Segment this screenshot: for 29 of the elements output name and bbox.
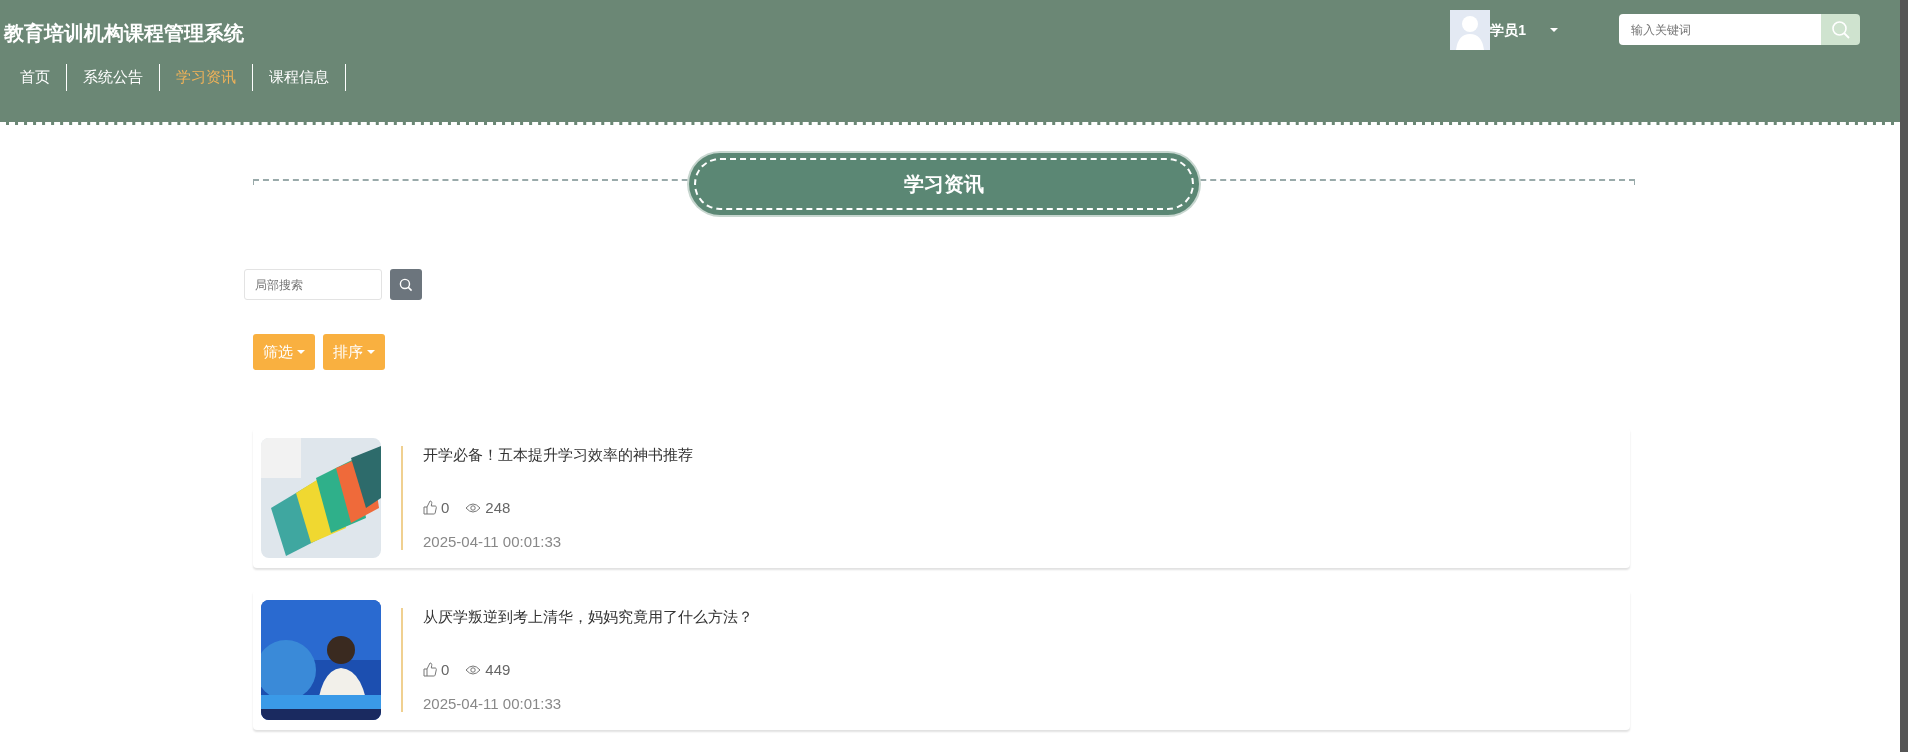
user-name[interactable]: 学员1 bbox=[1490, 19, 1526, 41]
nav-tab[interactable]: 首页 bbox=[4, 64, 67, 91]
article-title[interactable]: 从厌学叛逆到考上清华，妈妈究竟用了什么方法？ bbox=[423, 606, 753, 629]
nav-tab[interactable]: 学习资讯 bbox=[160, 64, 253, 91]
local-search-field[interactable]: 局部搜索 bbox=[244, 269, 382, 300]
article-card[interactable]: 开学必备！五本提升学习效率的神书推荐 0 248 2025-04-11 00:01:33 bbox=[253, 428, 1630, 568]
like-count: 0 bbox=[441, 659, 450, 680]
article-title[interactable]: 开学必备！五本提升学习效率的神书推荐 bbox=[423, 444, 693, 467]
view-count: 449 bbox=[485, 659, 511, 680]
nav-tab[interactable]: 课程信息 bbox=[253, 64, 346, 91]
eye-icon bbox=[465, 663, 482, 676]
caret-icon[interactable] bbox=[1550, 28, 1558, 32]
article-date: 2025-04-11 00:01:33 bbox=[423, 694, 563, 714]
article-card[interactable]: 从厌学叛逆到考上清华，妈妈究竟用了什么方法？ 0 449 2025-04-11 00:01:33 bbox=[253, 590, 1630, 730]
local-search-button[interactable] bbox=[390, 269, 422, 300]
thumbs-up-icon[interactable] bbox=[423, 662, 437, 678]
search-icon bbox=[1830, 19, 1851, 40]
nav-tab[interactable]: 系统公告 bbox=[67, 64, 160, 91]
view-count: 248 bbox=[485, 497, 511, 518]
article-date: 2025-04-11 00:01:33 bbox=[423, 532, 563, 552]
eye-icon bbox=[465, 501, 482, 514]
site-title: 教育培训机构课程管理系统 bbox=[4, 21, 245, 46]
search-icon bbox=[399, 277, 413, 292]
thumbs-up-icon[interactable] bbox=[423, 500, 437, 516]
caret-icon bbox=[367, 350, 375, 354]
search-field[interactable]: 输入关键词 bbox=[1619, 14, 1821, 45]
like-count: 0 bbox=[441, 497, 450, 518]
section-title: 学习资讯 bbox=[689, 153, 1199, 215]
caret-icon bbox=[297, 350, 305, 354]
